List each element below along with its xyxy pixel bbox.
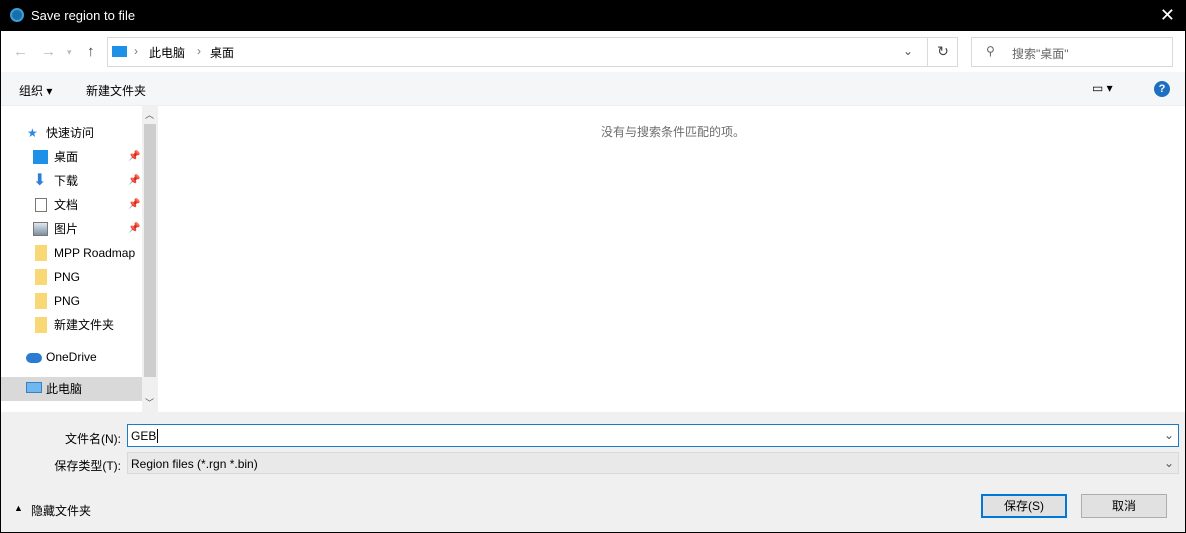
breadcrumb-desktop[interactable]: 桌面 — [210, 44, 234, 61]
help-icon[interactable]: ? — [1154, 81, 1170, 97]
save-form: 文件名(N): GEB ⌄ 保存类型(T): Region files (*.rg… — [1, 412, 1185, 532]
navigation-pane: ★ 快速访问 桌面 📌 ⬇ 下载 📌 文档 📌 图片 📌 MPP Roadmap PNG P… — [1, 106, 158, 412]
scroll-up-icon[interactable]: ︿ — [145, 108, 154, 121]
scrollbar-thumb[interactable] — [144, 124, 156, 377]
save-dialog: Save region to file ✕ ← → ▾ ↑ › 此电脑 › 桌面… — [1, 0, 1185, 532]
recent-dropdown-icon[interactable]: ▾ — [67, 47, 72, 58]
filename-label: 文件名(N): — [65, 432, 121, 446]
folder-icon — [35, 317, 47, 333]
sidebar-this-pc[interactable]: 此电脑 — [1, 377, 142, 401]
sidebar-item-pictures[interactable]: 图片 📌 — [1, 217, 142, 241]
organize-menu[interactable]: 组织 ▾ — [19, 82, 52, 99]
document-icon — [35, 198, 47, 212]
pin-icon: 📌 — [128, 199, 141, 210]
sidebar-item-folder[interactable]: PNG — [1, 265, 142, 289]
back-icon[interactable]: ← — [13, 43, 28, 60]
collapse-icon[interactable]: ▲ — [14, 503, 23, 513]
sidebar-onedrive[interactable]: OneDrive — [1, 345, 142, 369]
folder-icon — [35, 245, 47, 261]
sidebar-item-folder[interactable]: PNG — [1, 289, 142, 313]
save-button[interactable]: 保存(S) — [981, 494, 1067, 518]
chevron-down-icon: ⌄ — [1163, 456, 1174, 470]
pin-icon: 📌 — [128, 223, 141, 234]
chevron-down-icon[interactable]: ⌄ — [1164, 428, 1174, 442]
hide-folders-button[interactable]: 隐藏文件夹 — [31, 502, 91, 519]
chevron-down-icon[interactable]: ⌄ — [903, 44, 913, 58]
computer-icon — [112, 46, 127, 57]
title-bar: Save region to file ✕ — [1, 0, 1185, 31]
breadcrumb-this-pc[interactable]: 此电脑 — [149, 44, 185, 61]
download-icon: ⬇ — [33, 172, 47, 189]
window-title: Save region to file — [31, 8, 136, 23]
folder-icon — [35, 269, 47, 285]
file-type-select[interactable]: Region files (*.rgn *.bin) ⌄ — [127, 452, 1179, 474]
star-icon: ★ — [27, 126, 38, 140]
navigation-bar: ← → ▾ ↑ › 此电脑 › 桌面 ⌄ ↻ ⚲ 搜索"桌面" — [1, 31, 1185, 72]
scroll-down-icon[interactable]: ﹀ — [145, 396, 154, 409]
up-icon[interactable]: ↑ — [87, 43, 95, 60]
filename-input[interactable]: GEB ⌄ — [127, 424, 1179, 447]
pin-icon: 📌 — [128, 151, 141, 162]
sidebar-item-folder[interactable]: 新建文件夹 — [1, 313, 142, 337]
file-list[interactable] — [159, 106, 1185, 412]
app-icon — [10, 8, 24, 22]
view-options-icon[interactable]: ▭ ▾ — [1092, 81, 1113, 95]
sidebar-item-downloads[interactable]: ⬇ 下载 📌 — [1, 169, 142, 193]
address-bar[interactable]: › 此电脑 › 桌面 ⌄ — [107, 37, 958, 67]
sidebar-item-documents[interactable]: 文档 📌 — [1, 193, 142, 217]
computer-icon — [26, 382, 42, 393]
sidebar-quick-access[interactable]: ★ 快速访问 — [1, 121, 142, 145]
folder-icon — [35, 293, 47, 309]
desktop-icon — [33, 150, 48, 164]
forward-icon[interactable]: → — [41, 43, 56, 60]
toolbar: 组织 ▾ 新建文件夹 ▭ ▾ ? — [1, 72, 1185, 106]
search-input[interactable]: ⚲ 搜索"桌面" — [971, 37, 1173, 67]
search-icon: ⚲ — [986, 44, 995, 58]
close-icon[interactable]: ✕ — [1160, 5, 1175, 26]
cancel-button[interactable]: 取消 — [1081, 494, 1167, 518]
empty-message: 没有与搜索条件匹配的项。 — [601, 125, 746, 139]
cloud-icon — [26, 353, 42, 363]
sidebar-item-folder[interactable]: MPP Roadmap — [1, 241, 142, 265]
file-type-label: 保存类型(T): — [54, 459, 121, 473]
sidebar-item-desktop[interactable]: 桌面 📌 — [1, 145, 142, 169]
new-folder-button[interactable]: 新建文件夹 — [86, 82, 146, 99]
refresh-button[interactable]: ↻ — [927, 37, 958, 67]
pin-icon: 📌 — [128, 175, 141, 186]
pictures-icon — [33, 222, 48, 236]
